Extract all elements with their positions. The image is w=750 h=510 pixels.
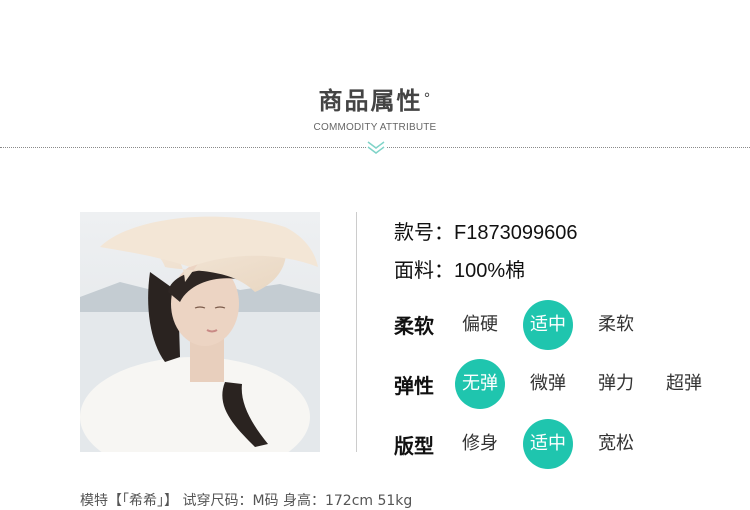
vertical-divider [356,212,357,452]
section-title-mark: ° [423,91,433,107]
fit-option-loose: 宽松 [598,433,634,454]
softness-option-soft: 柔软 [598,314,634,335]
elasticity-option-none: 无弹 [455,359,505,409]
model-fit-caption: 模特【「希希」】 试穿尺码：M码 身高：172cm 51kg [80,493,413,509]
style-number: 款号：F1873099606 [394,220,577,245]
section-title: 商品属性° [0,86,750,116]
elasticity-option-slight: 微弹 [530,373,566,394]
style-number-value: F1873099606 [454,222,578,244]
style-number-label: 款号： [394,220,454,244]
model-photo [80,212,320,452]
fit-option-slim: 修身 [462,433,498,454]
softness-option-hard: 偏硬 [462,314,498,335]
elasticity-option-super: 超弹 [666,373,702,394]
softness-label: 柔软 [394,314,434,338]
softness-option-medium: 适中 [523,300,573,350]
material-label: 面料： [394,258,454,282]
elasticity-label: 弹性 [394,374,434,398]
section-title-text: 商品属性 [318,87,423,115]
material-value: 100%棉 [454,260,526,282]
fit-option-medium: 适中 [523,419,573,469]
elasticity-option-stretch: 弹力 [598,373,634,394]
section-subtitle: COMMODITY ATTRIBUTE [313,122,437,133]
fit-label: 版型 [394,434,434,458]
double-chevron-down-icon [366,140,386,156]
material: 面料：100%棉 [394,258,525,283]
